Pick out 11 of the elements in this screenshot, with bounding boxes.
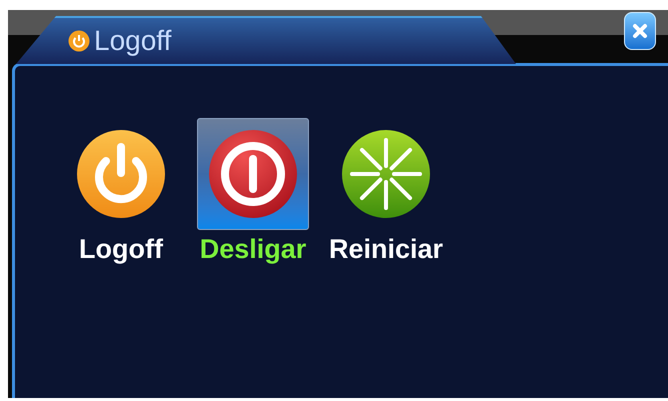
close-icon [632,23,648,39]
close-button[interactable] [624,12,656,50]
power-icon [68,30,90,52]
option-label[interactable]: Reiniciar [329,236,444,263]
power-icon [76,129,166,219]
option-label[interactable]: Logoff [79,236,163,263]
window-title: Logoff [94,27,172,55]
option-tile[interactable] [197,118,309,230]
power-icon [208,129,298,219]
burst-icon [341,129,432,219]
option-label[interactable]: Desligar [200,236,306,263]
